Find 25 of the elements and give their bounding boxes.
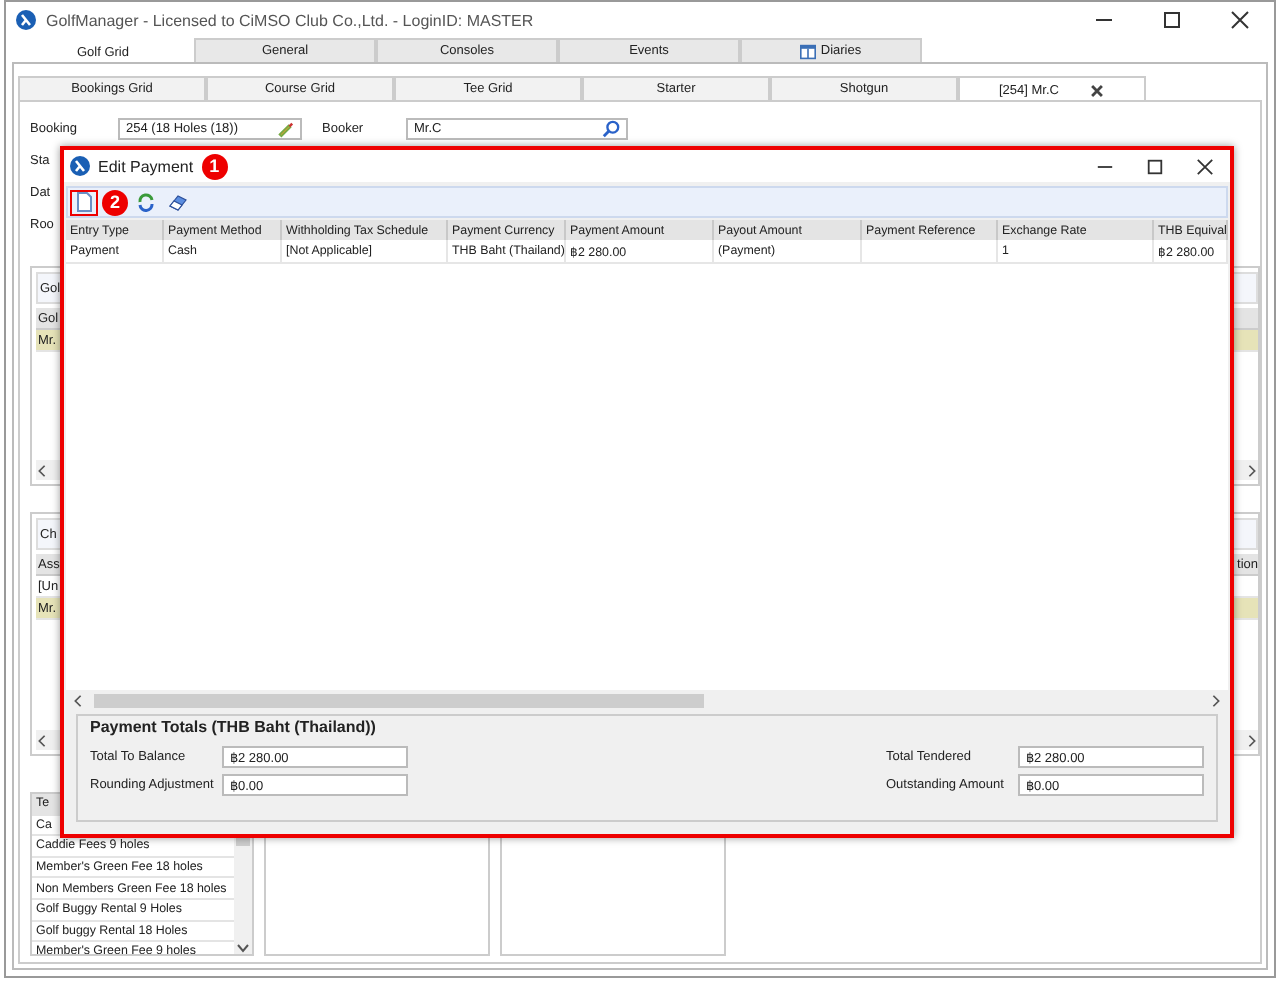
- window-title: GolfManager - Licensed to CiMSO Club Co.,Ltd. - LoginID: MASTER: [46, 11, 536, 29]
- new-document-button[interactable]: [70, 189, 98, 215]
- scroll-left-icon[interactable]: [36, 733, 48, 747]
- scroll-left-icon[interactable]: [72, 693, 84, 707]
- close-icon[interactable]: [1090, 83, 1105, 97]
- scroll-left-icon[interactable]: [36, 463, 48, 477]
- pencil-icon[interactable]: [276, 119, 294, 137]
- maximize-icon[interactable]: [1146, 157, 1164, 175]
- app-logo-icon: [70, 156, 90, 176]
- close-icon[interactable]: [1230, 10, 1250, 30]
- scroll-right-icon[interactable]: [1210, 693, 1222, 707]
- close-icon[interactable]: [1196, 157, 1214, 175]
- callout-number: 2: [102, 189, 128, 215]
- scroll-right-icon[interactable]: [1246, 733, 1258, 747]
- document-icon: [74, 192, 94, 212]
- maximize-icon[interactable]: [1162, 10, 1182, 30]
- callout-number: 1: [201, 153, 228, 179]
- refresh-icon: [136, 192, 156, 212]
- scroll-right-icon[interactable]: [1246, 463, 1258, 477]
- app-logo-icon: [16, 10, 36, 30]
- eraser-icon: [168, 192, 188, 212]
- dialog-title: Edit Payment: [98, 157, 194, 175]
- group-title: Payment Totals (THB Baht (Thailand)): [90, 718, 378, 740]
- search-icon[interactable]: [602, 119, 620, 137]
- scroll-down-icon[interactable]: [236, 942, 250, 954]
